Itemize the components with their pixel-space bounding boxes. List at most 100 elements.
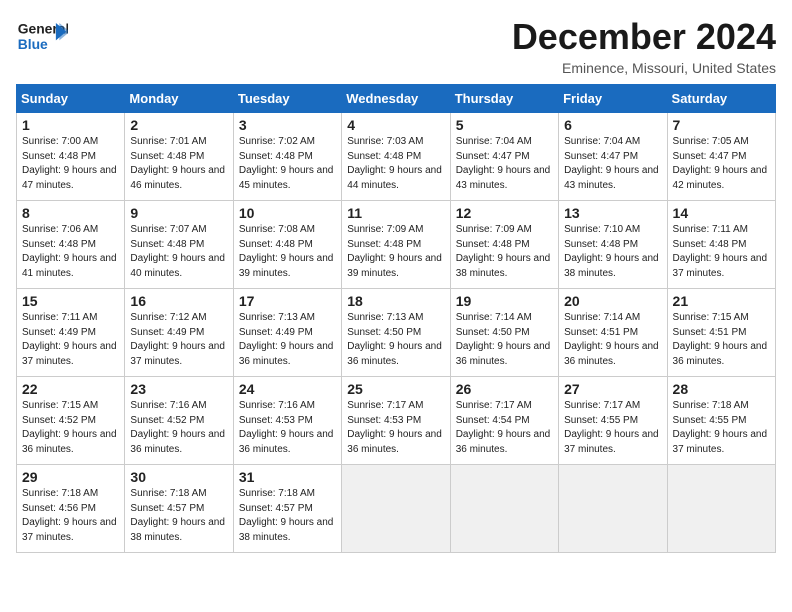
day-number: 27	[564, 381, 661, 397]
calendar-row: 8 Sunrise: 7:06 AMSunset: 4:48 PMDayligh…	[17, 201, 776, 289]
day-cell-16: 16 Sunrise: 7:12 AMSunset: 4:49 PMDaylig…	[125, 289, 233, 377]
day-info: Sunrise: 7:16 AMSunset: 4:52 PMDaylight:…	[130, 399, 227, 457]
day-cell-1: 1 Sunrise: 7:00 AMSunset: 4:48 PMDayligh…	[17, 113, 125, 201]
logo-icon: General Blue	[16, 16, 68, 56]
day-number: 23	[130, 381, 227, 397]
day-cell-20: 20 Sunrise: 7:14 AMSunset: 4:51 PMDaylig…	[559, 289, 667, 377]
day-info: Sunrise: 7:05 AMSunset: 4:47 PMDaylight:…	[673, 135, 770, 193]
day-number: 2	[130, 117, 227, 133]
day-number: 15	[22, 293, 119, 309]
day-cell-13: 13 Sunrise: 7:10 AMSunset: 4:48 PMDaylig…	[559, 201, 667, 289]
day-number: 8	[22, 205, 119, 221]
logo: General Blue	[16, 16, 68, 56]
day-cell-28: 28 Sunrise: 7:18 AMSunset: 4:55 PMDaylig…	[667, 377, 775, 465]
day-number: 28	[673, 381, 770, 397]
day-cell-31: 31 Sunrise: 7:18 AMSunset: 4:57 PMDaylig…	[233, 465, 341, 553]
day-number: 12	[456, 205, 553, 221]
day-number: 18	[347, 293, 444, 309]
day-info: Sunrise: 7:17 AMSunset: 4:55 PMDaylight:…	[564, 399, 661, 457]
day-number: 14	[673, 205, 770, 221]
day-info: Sunrise: 7:17 AMSunset: 4:53 PMDaylight:…	[347, 399, 444, 457]
weekday-header-saturday: Saturday	[667, 85, 775, 113]
day-cell-2: 2 Sunrise: 7:01 AMSunset: 4:48 PMDayligh…	[125, 113, 233, 201]
weekday-header-monday: Monday	[125, 85, 233, 113]
day-info: Sunrise: 7:11 AMSunset: 4:49 PMDaylight:…	[22, 311, 119, 369]
day-number: 26	[456, 381, 553, 397]
empty-cell	[667, 465, 775, 553]
calendar-table: SundayMondayTuesdayWednesdayThursdayFrid…	[16, 84, 776, 553]
day-number: 6	[564, 117, 661, 133]
calendar-row: 15 Sunrise: 7:11 AMSunset: 4:49 PMDaylig…	[17, 289, 776, 377]
day-cell-15: 15 Sunrise: 7:11 AMSunset: 4:49 PMDaylig…	[17, 289, 125, 377]
day-number: 30	[130, 469, 227, 485]
weekday-header-wednesday: Wednesday	[342, 85, 450, 113]
day-info: Sunrise: 7:09 AMSunset: 4:48 PMDaylight:…	[456, 223, 553, 281]
day-cell-7: 7 Sunrise: 7:05 AMSunset: 4:47 PMDayligh…	[667, 113, 775, 201]
day-cell-8: 8 Sunrise: 7:06 AMSunset: 4:48 PMDayligh…	[17, 201, 125, 289]
day-info: Sunrise: 7:15 AMSunset: 4:52 PMDaylight:…	[22, 399, 119, 457]
weekday-header-friday: Friday	[559, 85, 667, 113]
day-number: 1	[22, 117, 119, 133]
day-number: 7	[673, 117, 770, 133]
day-number: 10	[239, 205, 336, 221]
day-info: Sunrise: 7:13 AMSunset: 4:50 PMDaylight:…	[347, 311, 444, 369]
month-title: December 2024	[512, 16, 776, 58]
day-info: Sunrise: 7:15 AMSunset: 4:51 PMDaylight:…	[673, 311, 770, 369]
day-number: 13	[564, 205, 661, 221]
day-cell-22: 22 Sunrise: 7:15 AMSunset: 4:52 PMDaylig…	[17, 377, 125, 465]
day-info: Sunrise: 7:04 AMSunset: 4:47 PMDaylight:…	[564, 135, 661, 193]
day-info: Sunrise: 7:04 AMSunset: 4:47 PMDaylight:…	[456, 135, 553, 193]
day-info: Sunrise: 7:06 AMSunset: 4:48 PMDaylight:…	[22, 223, 119, 281]
day-cell-30: 30 Sunrise: 7:18 AMSunset: 4:57 PMDaylig…	[125, 465, 233, 553]
day-cell-14: 14 Sunrise: 7:11 AMSunset: 4:48 PMDaylig…	[667, 201, 775, 289]
day-cell-12: 12 Sunrise: 7:09 AMSunset: 4:48 PMDaylig…	[450, 201, 558, 289]
day-number: 25	[347, 381, 444, 397]
day-info: Sunrise: 7:10 AMSunset: 4:48 PMDaylight:…	[564, 223, 661, 281]
day-cell-23: 23 Sunrise: 7:16 AMSunset: 4:52 PMDaylig…	[125, 377, 233, 465]
empty-cell	[450, 465, 558, 553]
day-info: Sunrise: 7:02 AMSunset: 4:48 PMDaylight:…	[239, 135, 336, 193]
page-header: General Blue December 2024 Eminence, Mis…	[16, 16, 776, 76]
day-number: 22	[22, 381, 119, 397]
calendar-row: 1 Sunrise: 7:00 AMSunset: 4:48 PMDayligh…	[17, 113, 776, 201]
day-number: 3	[239, 117, 336, 133]
day-number: 16	[130, 293, 227, 309]
day-cell-9: 9 Sunrise: 7:07 AMSunset: 4:48 PMDayligh…	[125, 201, 233, 289]
day-cell-25: 25 Sunrise: 7:17 AMSunset: 4:53 PMDaylig…	[342, 377, 450, 465]
title-area: December 2024 Eminence, Missouri, United…	[512, 16, 776, 76]
day-info: Sunrise: 7:18 AMSunset: 4:56 PMDaylight:…	[22, 487, 119, 545]
day-number: 11	[347, 205, 444, 221]
day-cell-17: 17 Sunrise: 7:13 AMSunset: 4:49 PMDaylig…	[233, 289, 341, 377]
weekday-header-thursday: Thursday	[450, 85, 558, 113]
day-number: 5	[456, 117, 553, 133]
day-cell-11: 11 Sunrise: 7:09 AMSunset: 4:48 PMDaylig…	[342, 201, 450, 289]
day-number: 4	[347, 117, 444, 133]
day-info: Sunrise: 7:14 AMSunset: 4:51 PMDaylight:…	[564, 311, 661, 369]
weekday-header-sunday: Sunday	[17, 85, 125, 113]
day-cell-19: 19 Sunrise: 7:14 AMSunset: 4:50 PMDaylig…	[450, 289, 558, 377]
day-cell-6: 6 Sunrise: 7:04 AMSunset: 4:47 PMDayligh…	[559, 113, 667, 201]
day-info: Sunrise: 7:18 AMSunset: 4:55 PMDaylight:…	[673, 399, 770, 457]
day-info: Sunrise: 7:00 AMSunset: 4:48 PMDaylight:…	[22, 135, 119, 193]
empty-cell	[559, 465, 667, 553]
calendar-row: 22 Sunrise: 7:15 AMSunset: 4:52 PMDaylig…	[17, 377, 776, 465]
weekday-header-tuesday: Tuesday	[233, 85, 341, 113]
day-cell-24: 24 Sunrise: 7:16 AMSunset: 4:53 PMDaylig…	[233, 377, 341, 465]
calendar-body: 1 Sunrise: 7:00 AMSunset: 4:48 PMDayligh…	[17, 113, 776, 553]
day-info: Sunrise: 7:12 AMSunset: 4:49 PMDaylight:…	[130, 311, 227, 369]
weekday-header-row: SundayMondayTuesdayWednesdayThursdayFrid…	[17, 85, 776, 113]
day-cell-18: 18 Sunrise: 7:13 AMSunset: 4:50 PMDaylig…	[342, 289, 450, 377]
day-number: 21	[673, 293, 770, 309]
day-number: 29	[22, 469, 119, 485]
day-info: Sunrise: 7:03 AMSunset: 4:48 PMDaylight:…	[347, 135, 444, 193]
day-info: Sunrise: 7:14 AMSunset: 4:50 PMDaylight:…	[456, 311, 553, 369]
day-number: 31	[239, 469, 336, 485]
day-info: Sunrise: 7:01 AMSunset: 4:48 PMDaylight:…	[130, 135, 227, 193]
day-info: Sunrise: 7:16 AMSunset: 4:53 PMDaylight:…	[239, 399, 336, 457]
day-info: Sunrise: 7:13 AMSunset: 4:49 PMDaylight:…	[239, 311, 336, 369]
day-info: Sunrise: 7:09 AMSunset: 4:48 PMDaylight:…	[347, 223, 444, 281]
day-info: Sunrise: 7:18 AMSunset: 4:57 PMDaylight:…	[239, 487, 336, 545]
day-info: Sunrise: 7:08 AMSunset: 4:48 PMDaylight:…	[239, 223, 336, 281]
day-cell-21: 21 Sunrise: 7:15 AMSunset: 4:51 PMDaylig…	[667, 289, 775, 377]
day-number: 17	[239, 293, 336, 309]
